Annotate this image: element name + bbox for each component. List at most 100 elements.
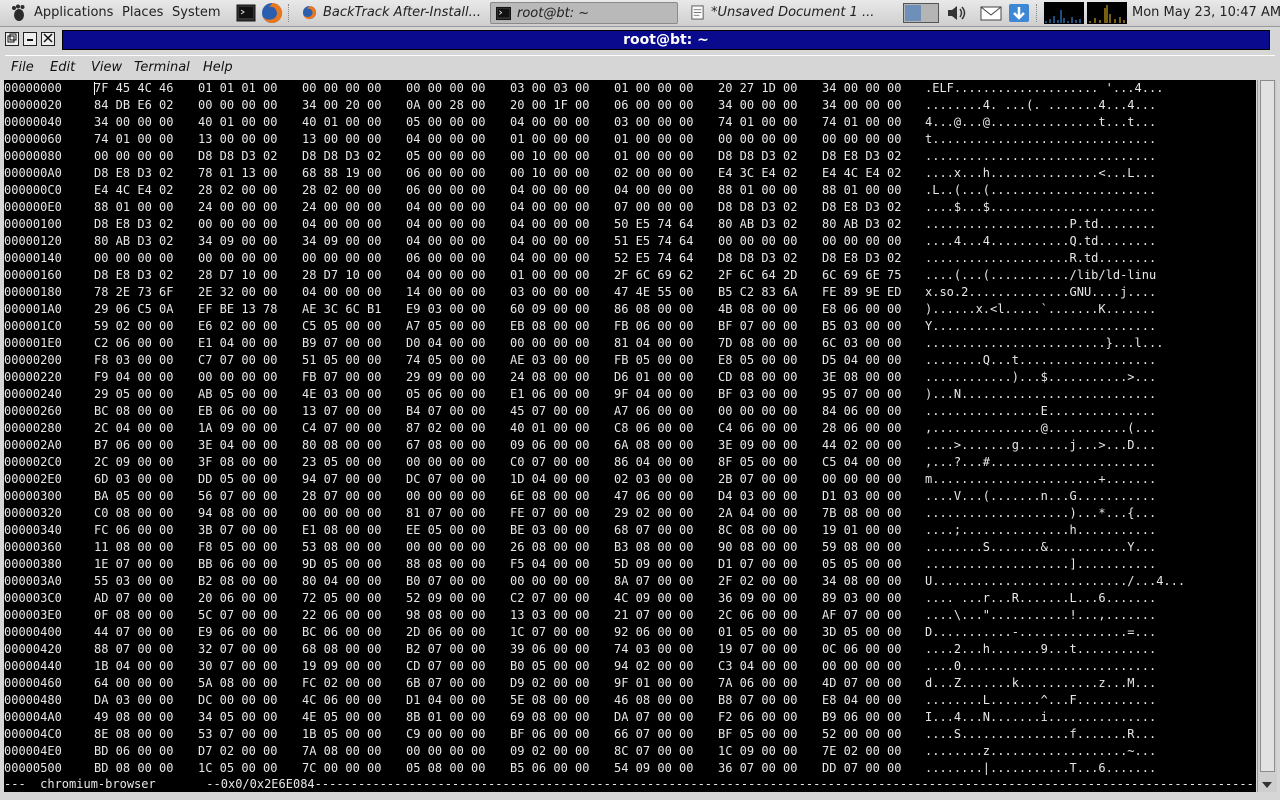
hexdump-byte-group: 4E 03 00 00 (302, 387, 382, 401)
hexdump-byte-group: 8C 07 00 00 (614, 744, 694, 758)
hexdump-byte-group: 06 00 00 00 (406, 166, 486, 180)
hexdump-byte-group: 00 00 00 00 (510, 336, 590, 350)
hexdump-address: 00000180 (4, 285, 62, 299)
hexdump-byte-group: 29 06 C5 0A (94, 302, 174, 316)
hexdump-byte-group: 88 07 00 00 (94, 642, 174, 656)
menu-file[interactable]: File (11, 59, 34, 77)
taskbar-item-firefox[interactable]: BackTrack After-Install... (297, 2, 483, 24)
hexdump-byte-group: A7 05 00 00 (406, 319, 486, 333)
firefox-launcher-icon[interactable] (261, 2, 283, 24)
hexdump-byte-group: 7A 06 00 00 (718, 676, 798, 690)
hexdump-byte-group: 5C 07 00 00 (198, 608, 278, 622)
hexdump-byte-group: 00 00 00 00 (406, 540, 486, 554)
hexdump-byte-group: BC 06 00 00 (302, 625, 382, 639)
terminal-launcher-icon[interactable] (236, 4, 256, 22)
hexdump-address: 00000360 (4, 540, 62, 554)
menu-terminal[interactable]: Terminal (134, 59, 190, 77)
window-titlebar[interactable]: root@bt: ~ (0, 27, 1280, 53)
hexdump-byte-group: 78 2E 73 6F (94, 285, 174, 299)
menu-edit[interactable]: Edit (50, 59, 75, 77)
hexdump-byte-group: 64 00 00 00 (94, 676, 174, 690)
hexdump-byte-group: 0C 06 00 00 (822, 642, 902, 656)
hexdump-byte-group: 6B 07 00 00 (406, 676, 486, 690)
hexdump-byte-group: DA 03 00 00 (94, 693, 174, 707)
terminal-menubar: File Edit View Terminal Help (5, 55, 1275, 80)
hexdump-byte-group: D1 03 00 00 (822, 489, 902, 503)
hexdump-byte-group: FC 02 00 00 (302, 676, 382, 690)
workspace-switcher-icon[interactable] (903, 3, 939, 23)
hexdump-ascii: ....;...............h........... (925, 523, 1157, 537)
hexdump-byte-group: 47 4E 55 00 (614, 285, 694, 299)
hexdump-byte-group: 2F 02 00 00 (718, 574, 798, 588)
cpu-monitor-icon[interactable] (1087, 2, 1127, 24)
hexdump-byte-group: 22 06 00 00 (302, 608, 382, 622)
hexdump-byte-group: AF 07 00 00 (822, 608, 902, 622)
terminal-scrollbar[interactable] (1257, 80, 1277, 792)
menu-help[interactable]: Help (203, 59, 233, 77)
menu-view[interactable]: View (91, 59, 122, 77)
hexdump-byte-group: 09 06 00 00 (510, 438, 590, 452)
hexdump-byte-group: 80 08 00 00 (302, 438, 382, 452)
hexdump-byte-group: C0 07 00 00 (510, 455, 590, 469)
hexdump-byte-group: 49 08 00 00 (94, 710, 174, 724)
hexdump-byte-group: 00 00 00 00 (94, 149, 174, 163)
hexdump-byte-group: 02 03 00 00 (614, 472, 694, 486)
hexdump-address: 00000120 (4, 234, 62, 248)
update-notifier-icon[interactable] (1008, 3, 1030, 23)
hexdump-byte-group: 34 09 00 00 (302, 234, 382, 248)
applications-menu[interactable]: Applications (34, 0, 113, 26)
hexdump-byte-group: FB 06 00 00 (614, 319, 694, 333)
window-title: root@bt: ~ (62, 30, 1270, 50)
hexdump-byte-group: 60 09 00 00 (510, 302, 590, 316)
hexdump-byte-group: 02 00 00 00 (614, 166, 694, 180)
hexdump-byte-group: FB 07 00 00 (302, 370, 382, 384)
hexdump-byte-group: B8 07 00 00 (718, 693, 798, 707)
scroll-down-arrow-icon[interactable] (1260, 780, 1274, 790)
hexdump-byte-group: D8 D8 D3 02 (718, 251, 798, 265)
hexdump-address: 00000440 (4, 659, 62, 673)
hexdump-address: 000004E0 (4, 744, 62, 758)
volume-icon[interactable] (946, 3, 968, 23)
hexdump-byte-group: 01 00 00 00 (510, 268, 590, 282)
hexdump-byte-group: 46 08 00 00 (614, 693, 694, 707)
hexdump-byte-group: 81 07 00 00 (406, 506, 486, 520)
taskbar-item-text-editor[interactable]: *Unsaved Document 1 ... (685, 2, 875, 24)
hexdump-byte-group: D8 E8 D3 02 (94, 166, 174, 180)
hexdump-byte-group: BD 06 00 00 (94, 744, 174, 758)
hexdump-byte-group: 1B 04 00 00 (94, 659, 174, 673)
hexdump-byte-group: E4 4C E4 02 (822, 166, 902, 180)
hexdump-byte-group: FE 89 9E ED (822, 285, 902, 299)
hexdump-byte-group: C3 04 00 00 (718, 659, 798, 673)
hexdump-byte-group: D8 E8 D3 02 (822, 251, 902, 265)
hexdump-ascii: d...Z.......k...........z...M... (925, 676, 1157, 690)
hexdump-byte-group: FC 06 00 00 (94, 523, 174, 537)
hexdump-ascii: .ELF.................... '...4... (925, 81, 1164, 95)
hexdump-byte-group: 00 00 00 00 (718, 132, 798, 146)
hexdump-byte-group: D4 03 00 00 (718, 489, 798, 503)
hexdump-byte-group: BF 03 00 00 (718, 387, 798, 401)
minimize-button[interactable] (23, 32, 37, 46)
hexdump-ascii: ....x...h...............<...L... (925, 166, 1157, 180)
system-menu[interactable]: System (172, 0, 220, 26)
network-monitor-icon[interactable] (1044, 2, 1084, 24)
hexdump-byte-group: 47 06 00 00 (614, 489, 694, 503)
restore-button[interactable] (5, 32, 19, 46)
mail-icon[interactable] (980, 3, 1002, 23)
hexdump-address: 00000340 (4, 523, 62, 537)
taskbar-item-terminal[interactable]: root@bt: ~ (490, 2, 678, 24)
hexdump-byte-group: 32 07 00 00 (198, 642, 278, 656)
hexdump-ascii: ........4. ...(. .......4...4... (925, 98, 1157, 112)
terminal-output[interactable]: 00000000 7F 45 4C 46 01 01 01 00 00 00 00 0… (4, 80, 1256, 792)
close-button[interactable] (41, 32, 55, 46)
hexdump-ascii: ............)...$...........>... (925, 370, 1157, 384)
hexdump-byte-group: D8 D8 D3 02 (198, 149, 278, 163)
scrollbar-thumb[interactable] (1260, 80, 1275, 772)
hexdump-byte-group: 1E 07 00 00 (94, 557, 174, 571)
hexdump-ascii: ....$...$....................... (925, 200, 1157, 214)
hexdump-byte-group: 88 01 00 00 (822, 183, 902, 197)
hexdump-byte-group: 05 00 00 00 (406, 115, 486, 129)
clock[interactable]: Mon May 23, 10:47 AM (1132, 0, 1280, 26)
places-menu[interactable]: Places (122, 0, 163, 26)
hexdump-byte-group: D8 E8 D3 02 (822, 200, 902, 214)
hexdump-ascii: ................................ (925, 149, 1157, 163)
